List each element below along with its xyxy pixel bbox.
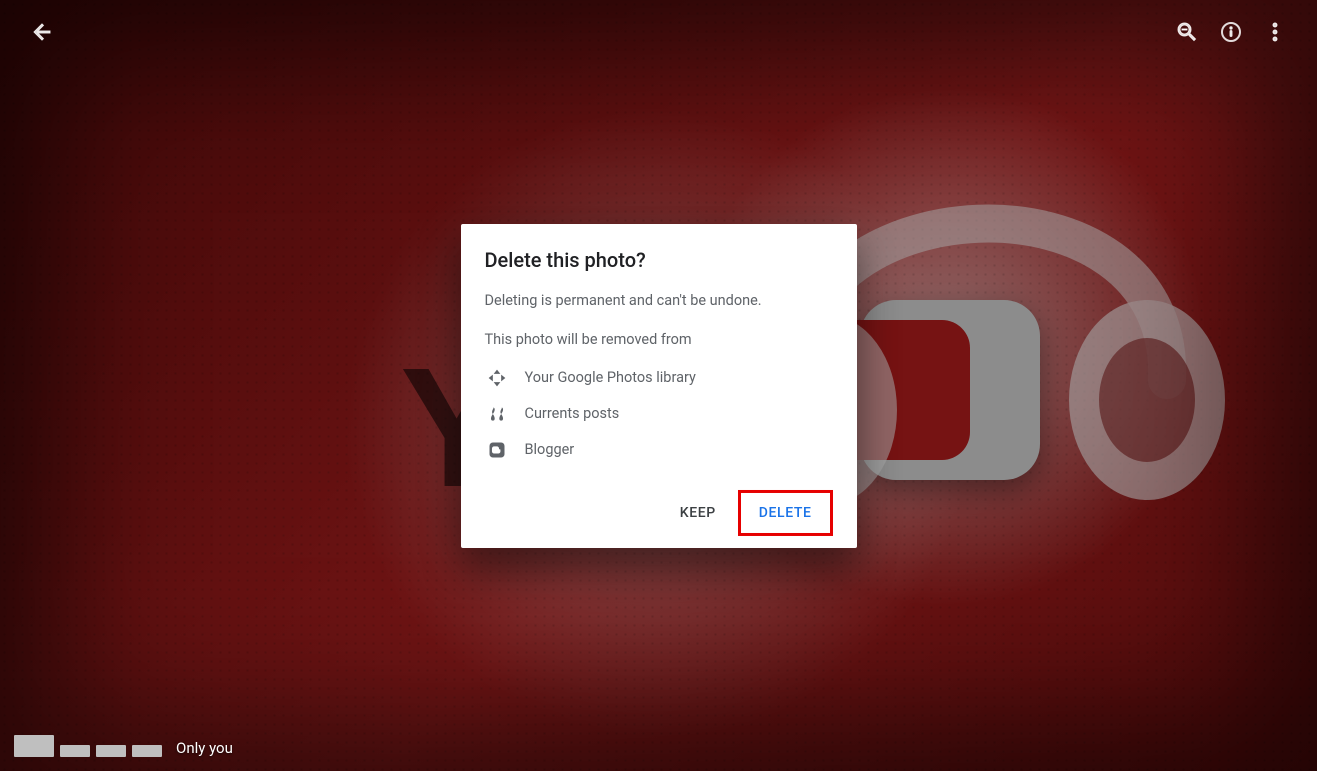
photos-icon <box>487 368 507 388</box>
dialog-title: Delete this photo? <box>485 247 833 271</box>
delete-button-highlight: Delete <box>738 490 833 536</box>
zoom-out-button[interactable] <box>1165 10 1209 54</box>
delete-button[interactable]: Delete <box>745 495 826 531</box>
thumbnail[interactable] <box>96 745 126 757</box>
removal-item-currents: Currents posts <box>485 396 833 432</box>
removal-item-label: Currents posts <box>525 405 620 422</box>
removal-item-photos: Your Google Photos library <box>485 360 833 396</box>
back-button[interactable] <box>20 10 64 54</box>
keep-button[interactable]: Keep <box>666 490 730 536</box>
thumbnail[interactable] <box>60 745 90 757</box>
visibility-label: Only you <box>176 739 233 757</box>
more-options-button[interactable] <box>1253 10 1297 54</box>
removal-item-label: Blogger <box>525 441 575 458</box>
info-button[interactable] <box>1209 10 1253 54</box>
delete-photo-dialog: Delete this photo? Deleting is permanent… <box>461 223 857 547</box>
arrow-left-icon <box>30 20 54 44</box>
thumbnail[interactable] <box>14 735 54 757</box>
removal-item-label: Your Google Photos library <box>525 369 696 386</box>
currents-icon <box>487 404 507 424</box>
photo-viewer-toolbar <box>0 0 1317 64</box>
removal-list: Your Google Photos library Currents post… <box>485 360 833 476</box>
thumbnail[interactable] <box>132 745 162 757</box>
thumbnail-strip[interactable] <box>14 735 162 757</box>
dialog-removal-intro: This photo will be removed from <box>485 329 833 350</box>
info-icon <box>1219 20 1243 44</box>
more-vert-icon <box>1263 20 1287 44</box>
removal-item-blogger: Blogger <box>485 432 833 468</box>
dialog-actions: Keep Delete <box>485 476 833 536</box>
zoom-out-icon <box>1175 20 1199 44</box>
photo-viewer-footer: Only you <box>0 725 1317 771</box>
dialog-warning-text: Deleting is permanent and can't be undon… <box>485 289 833 310</box>
blogger-icon <box>487 440 507 460</box>
